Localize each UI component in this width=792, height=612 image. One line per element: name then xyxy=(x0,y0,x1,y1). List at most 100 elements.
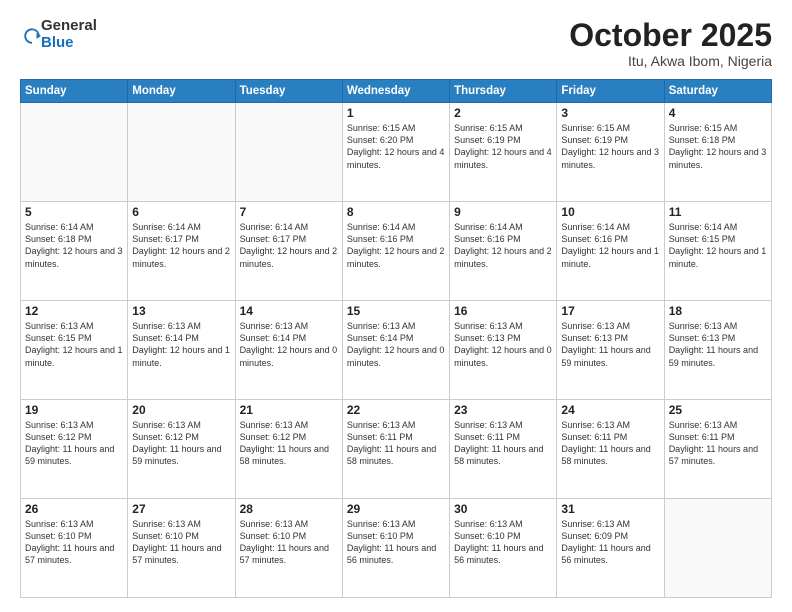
table-row: 26 Sunrise: 6:13 AM Sunset: 6:10 PM Dayli… xyxy=(21,499,128,598)
header-wednesday: Wednesday xyxy=(342,80,449,103)
day-number: 29 xyxy=(347,502,445,516)
day-number: 19 xyxy=(25,403,123,417)
table-row: 17 Sunrise: 6:13 AM Sunset: 6:13 PM Dayli… xyxy=(557,301,664,400)
logo-text: General Blue xyxy=(41,18,97,51)
table-row: 10 Sunrise: 6:14 AM Sunset: 6:16 PM Dayli… xyxy=(557,202,664,301)
day-info: Sunrise: 6:13 AM Sunset: 6:11 PM Dayligh… xyxy=(347,419,445,468)
header-monday: Monday xyxy=(128,80,235,103)
day-info: Sunrise: 6:15 AM Sunset: 6:20 PM Dayligh… xyxy=(347,122,445,171)
table-row xyxy=(235,103,342,202)
day-info: Sunrise: 6:13 AM Sunset: 6:09 PM Dayligh… xyxy=(561,518,659,567)
day-number: 13 xyxy=(132,304,230,318)
table-row: 14Sunrise: 6:13 AM Sunset: 6:14 PM Dayli… xyxy=(235,301,342,400)
header-thursday: Thursday xyxy=(450,80,557,103)
day-info: Sunrise: 6:13 AM Sunset: 6:13 PM Dayligh… xyxy=(669,320,767,369)
day-number: 6 xyxy=(132,205,230,219)
table-row: 21Sunrise: 6:13 AM Sunset: 6:12 PM Dayli… xyxy=(235,400,342,499)
day-info: Sunrise: 6:15 AM Sunset: 6:18 PM Dayligh… xyxy=(669,122,767,171)
day-info: Sunrise: 6:13 AM Sunset: 6:14 PM Dayligh… xyxy=(347,320,445,369)
weekday-header-row: Sunday Monday Tuesday Wednesday Thursday… xyxy=(21,80,772,103)
table-row: 5 Sunrise: 6:14 AM Sunset: 6:18 PM Daylig… xyxy=(21,202,128,301)
table-row: 16 Sunrise: 6:13 AM Sunset: 6:13 PM Dayli… xyxy=(450,301,557,400)
table-row: 19Sunrise: 6:13 AM Sunset: 6:12 PM Dayli… xyxy=(21,400,128,499)
table-row: 2Sunrise: 6:15 AM Sunset: 6:19 PM Daylig… xyxy=(450,103,557,202)
day-info: Sunrise: 6:13 AM Sunset: 6:15 PM Dayligh… xyxy=(25,320,123,369)
day-number: 25 xyxy=(669,403,767,417)
day-number: 24 xyxy=(561,403,659,417)
day-info: Sunrise: 6:14 AM Sunset: 6:18 PM Dayligh… xyxy=(25,221,123,270)
calendar-week-row: 5 Sunrise: 6:14 AM Sunset: 6:18 PM Daylig… xyxy=(21,202,772,301)
calendar-week-row: 1 Sunrise: 6:15 AM Sunset: 6:20 PM Daylig… xyxy=(21,103,772,202)
table-row xyxy=(128,103,235,202)
day-number: 23 xyxy=(454,403,552,417)
day-number: 14 xyxy=(240,304,338,318)
calendar-title: October 2025 xyxy=(569,18,772,53)
calendar-week-row: 19 Sunrise: 6:13 AM Sunset: 6:12 PM Dayli… xyxy=(21,400,772,499)
logo: General Blue xyxy=(20,18,97,51)
day-info: Sunrise: 6:13 AM Sunset: 6:13 PM Dayligh… xyxy=(561,320,659,369)
day-info: Sunrise: 6:13 AM Sunset: 6:10 PM Dayligh… xyxy=(25,518,123,567)
day-number: 22 xyxy=(347,403,445,417)
table-row: 8 Sunrise: 6:14 AM Sunset: 6:16 PM Daylig… xyxy=(342,202,449,301)
header-sunday: Sunday xyxy=(21,80,128,103)
day-info: Sunrise: 6:13 AM Sunset: 6:14 PM Dayligh… xyxy=(132,320,230,369)
logo-general-label: General xyxy=(41,18,97,35)
header-saturday: Saturday xyxy=(664,80,771,103)
day-number: 4 xyxy=(669,106,767,120)
day-number: 26 xyxy=(25,502,123,516)
table-row: 23Sunrise: 6:13 AM Sunset: 6:11 PM Dayli… xyxy=(450,400,557,499)
calendar-location: Itu, Akwa Ibom, Nigeria xyxy=(569,53,772,69)
day-info: Sunrise: 6:14 AM Sunset: 6:16 PM Dayligh… xyxy=(454,221,552,270)
day-number: 28 xyxy=(240,502,338,516)
table-row: 20 Sunrise: 6:13 AM Sunset: 6:12 PM Dayli… xyxy=(128,400,235,499)
day-number: 20 xyxy=(132,403,230,417)
header-tuesday: Tuesday xyxy=(235,80,342,103)
table-row xyxy=(664,499,771,598)
day-info: Sunrise: 6:14 AM Sunset: 6:16 PM Dayligh… xyxy=(561,221,659,270)
table-row: 24 Sunrise: 6:13 AM Sunset: 6:11 PM Dayli… xyxy=(557,400,664,499)
header-friday: Friday xyxy=(557,80,664,103)
table-row: 13 Sunrise: 6:13 AM Sunset: 6:14 PM Dayli… xyxy=(128,301,235,400)
table-row xyxy=(21,103,128,202)
day-number: 9 xyxy=(454,205,552,219)
day-info: Sunrise: 6:14 AM Sunset: 6:15 PM Dayligh… xyxy=(669,221,767,270)
day-info: Sunrise: 6:15 AM Sunset: 6:19 PM Dayligh… xyxy=(561,122,659,171)
table-row: 18 Sunrise: 6:13 AM Sunset: 6:13 PM Dayli… xyxy=(664,301,771,400)
day-number: 17 xyxy=(561,304,659,318)
day-number: 15 xyxy=(347,304,445,318)
day-number: 1 xyxy=(347,106,445,120)
table-row: 27Sunrise: 6:13 AM Sunset: 6:10 PM Dayli… xyxy=(128,499,235,598)
day-number: 16 xyxy=(454,304,552,318)
day-info: Sunrise: 6:13 AM Sunset: 6:13 PM Dayligh… xyxy=(454,320,552,369)
day-info: Sunrise: 6:13 AM Sunset: 6:11 PM Dayligh… xyxy=(561,419,659,468)
calendar-week-row: 26 Sunrise: 6:13 AM Sunset: 6:10 PM Dayli… xyxy=(21,499,772,598)
table-row: 1 Sunrise: 6:15 AM Sunset: 6:20 PM Daylig… xyxy=(342,103,449,202)
table-row: 31 Sunrise: 6:13 AM Sunset: 6:09 PM Dayli… xyxy=(557,499,664,598)
day-info: Sunrise: 6:13 AM Sunset: 6:10 PM Dayligh… xyxy=(240,518,338,567)
day-info: Sunrise: 6:14 AM Sunset: 6:16 PM Dayligh… xyxy=(347,221,445,270)
day-number: 5 xyxy=(25,205,123,219)
day-info: Sunrise: 6:13 AM Sunset: 6:10 PM Dayligh… xyxy=(347,518,445,567)
day-number: 12 xyxy=(25,304,123,318)
table-row: 3 Sunrise: 6:15 AM Sunset: 6:19 PM Daylig… xyxy=(557,103,664,202)
day-number: 3 xyxy=(561,106,659,120)
day-number: 10 xyxy=(561,205,659,219)
day-number: 8 xyxy=(347,205,445,219)
day-info: Sunrise: 6:13 AM Sunset: 6:10 PM Dayligh… xyxy=(132,518,230,567)
day-number: 31 xyxy=(561,502,659,516)
day-info: Sunrise: 6:13 AM Sunset: 6:12 PM Dayligh… xyxy=(132,419,230,468)
day-info: Sunrise: 6:13 AM Sunset: 6:12 PM Dayligh… xyxy=(240,419,338,468)
day-number: 18 xyxy=(669,304,767,318)
day-info: Sunrise: 6:14 AM Sunset: 6:17 PM Dayligh… xyxy=(132,221,230,270)
table-row: 25Sunrise: 6:13 AM Sunset: 6:11 PM Dayli… xyxy=(664,400,771,499)
calendar-week-row: 12 Sunrise: 6:13 AM Sunset: 6:15 PM Dayli… xyxy=(21,301,772,400)
page: General Blue October 2025 Itu, Akwa Ibom… xyxy=(0,0,792,612)
table-row: 9 Sunrise: 6:14 AM Sunset: 6:16 PM Daylig… xyxy=(450,202,557,301)
table-row: 28 Sunrise: 6:13 AM Sunset: 6:10 PM Dayli… xyxy=(235,499,342,598)
table-row: 29 Sunrise: 6:13 AM Sunset: 6:10 PM Dayli… xyxy=(342,499,449,598)
table-row: 30Sunrise: 6:13 AM Sunset: 6:10 PM Dayli… xyxy=(450,499,557,598)
day-number: 11 xyxy=(669,205,767,219)
calendar-table: Sunday Monday Tuesday Wednesday Thursday… xyxy=(20,79,772,598)
day-number: 30 xyxy=(454,502,552,516)
header: General Blue October 2025 Itu, Akwa Ibom… xyxy=(20,18,772,69)
